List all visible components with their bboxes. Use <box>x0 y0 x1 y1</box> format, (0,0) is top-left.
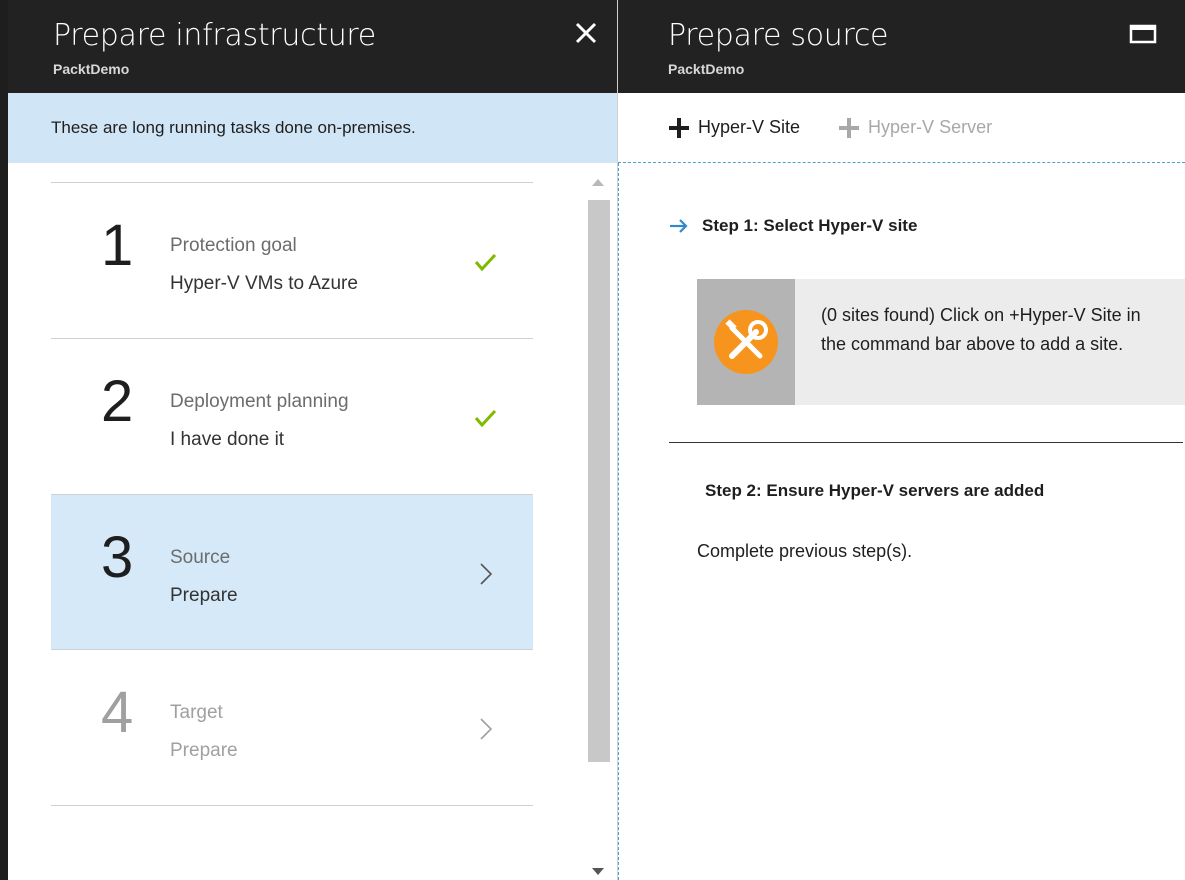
close-button[interactable] <box>573 20 599 46</box>
icon-box <box>697 279 795 405</box>
step-value: I have done it <box>170 429 285 450</box>
step1-heading: Step 1: Select Hyper-V site <box>669 216 917 236</box>
step-number: 2 <box>101 369 134 434</box>
step-list: 1 Protection goal Hyper-V VMs to Azure 2… <box>8 163 578 880</box>
blade-subtitle: PacktDemo <box>53 61 130 77</box>
command-label: Hyper-V Server <box>868 117 993 137</box>
command-label: Hyper-V Site <box>698 117 801 137</box>
prepare-infrastructure-blade: Prepare infrastructure PacktDemo These a… <box>0 0 617 880</box>
step1-heading-text: Step 1: Select Hyper-V site <box>702 216 918 235</box>
maximize-button[interactable] <box>1129 24 1157 44</box>
chevron-right-icon <box>480 718 493 740</box>
step-target[interactable]: 4 Target Prepare <box>51 649 533 804</box>
scroll-thumb[interactable] <box>588 200 610 762</box>
vertical-scrollbar[interactable] <box>580 168 616 880</box>
blade-title: Prepare infrastructure <box>53 18 376 53</box>
close-icon <box>575 22 597 44</box>
prepare-source-blade: Prepare source PacktDemo Hyper-V Site Hy… <box>617 0 1185 880</box>
plus-icon <box>839 117 860 138</box>
section-divider <box>669 442 1183 443</box>
step-value: Hyper-V VMs to Azure <box>170 273 358 294</box>
step-source[interactable]: 3 Source Prepare <box>51 494 533 649</box>
info-banner: These are long running tasks done on-pre… <box>8 93 617 163</box>
step-number: 1 <box>101 213 134 278</box>
step-protection-goal[interactable]: 1 Protection goal Hyper-V VMs to Azure <box>51 182 533 337</box>
step-number: 4 <box>101 680 134 745</box>
no-sites-message: (0 sites found) Click on +Hyper-V Site i… <box>821 305 1141 354</box>
chevron-right-icon <box>480 563 493 585</box>
step-name: Protection goal <box>170 235 297 256</box>
add-hyper-v-server-button[interactable]: Hyper-V Server <box>838 117 992 139</box>
step-value: Prepare <box>170 585 238 606</box>
step-name: Target <box>170 702 223 723</box>
blade-header: Prepare source PacktDemo <box>618 0 1185 93</box>
arrow-right-icon <box>670 219 688 233</box>
step-name: Deployment planning <box>170 391 349 412</box>
step-value: Prepare <box>170 740 238 761</box>
command-bar: Hyper-V Site Hyper-V Server <box>618 93 1185 163</box>
check-icon <box>474 253 497 272</box>
blade-subtitle: PacktDemo <box>668 61 745 77</box>
blade-title: Prepare source <box>668 18 889 53</box>
check-icon <box>474 409 497 428</box>
scroll-up-arrow-icon[interactable] <box>586 172 610 194</box>
maximize-icon <box>1129 24 1157 44</box>
step-number: 3 <box>101 525 134 590</box>
tools-icon <box>714 310 778 374</box>
blade-header: Prepare infrastructure PacktDemo <box>8 0 617 93</box>
scroll-down-arrow-icon[interactable] <box>586 862 610 880</box>
step2-message: Complete previous step(s). <box>697 541 913 561</box>
step2-heading: Step 2: Ensure Hyper-V servers are added <box>705 481 1045 500</box>
add-hyper-v-site-button[interactable]: Hyper-V Site <box>668 117 800 139</box>
blade-content: Step 1: Select Hyper-V site (0 sites fou… <box>618 163 1185 880</box>
plus-icon <box>669 117 689 138</box>
step-list-divider <box>51 805 533 806</box>
step-name: Source <box>170 547 231 568</box>
no-sites-info-card: (0 sites found) Click on +Hyper-V Site i… <box>697 279 1185 405</box>
step-deployment-planning[interactable]: 2 Deployment planning I have done it <box>51 338 533 493</box>
